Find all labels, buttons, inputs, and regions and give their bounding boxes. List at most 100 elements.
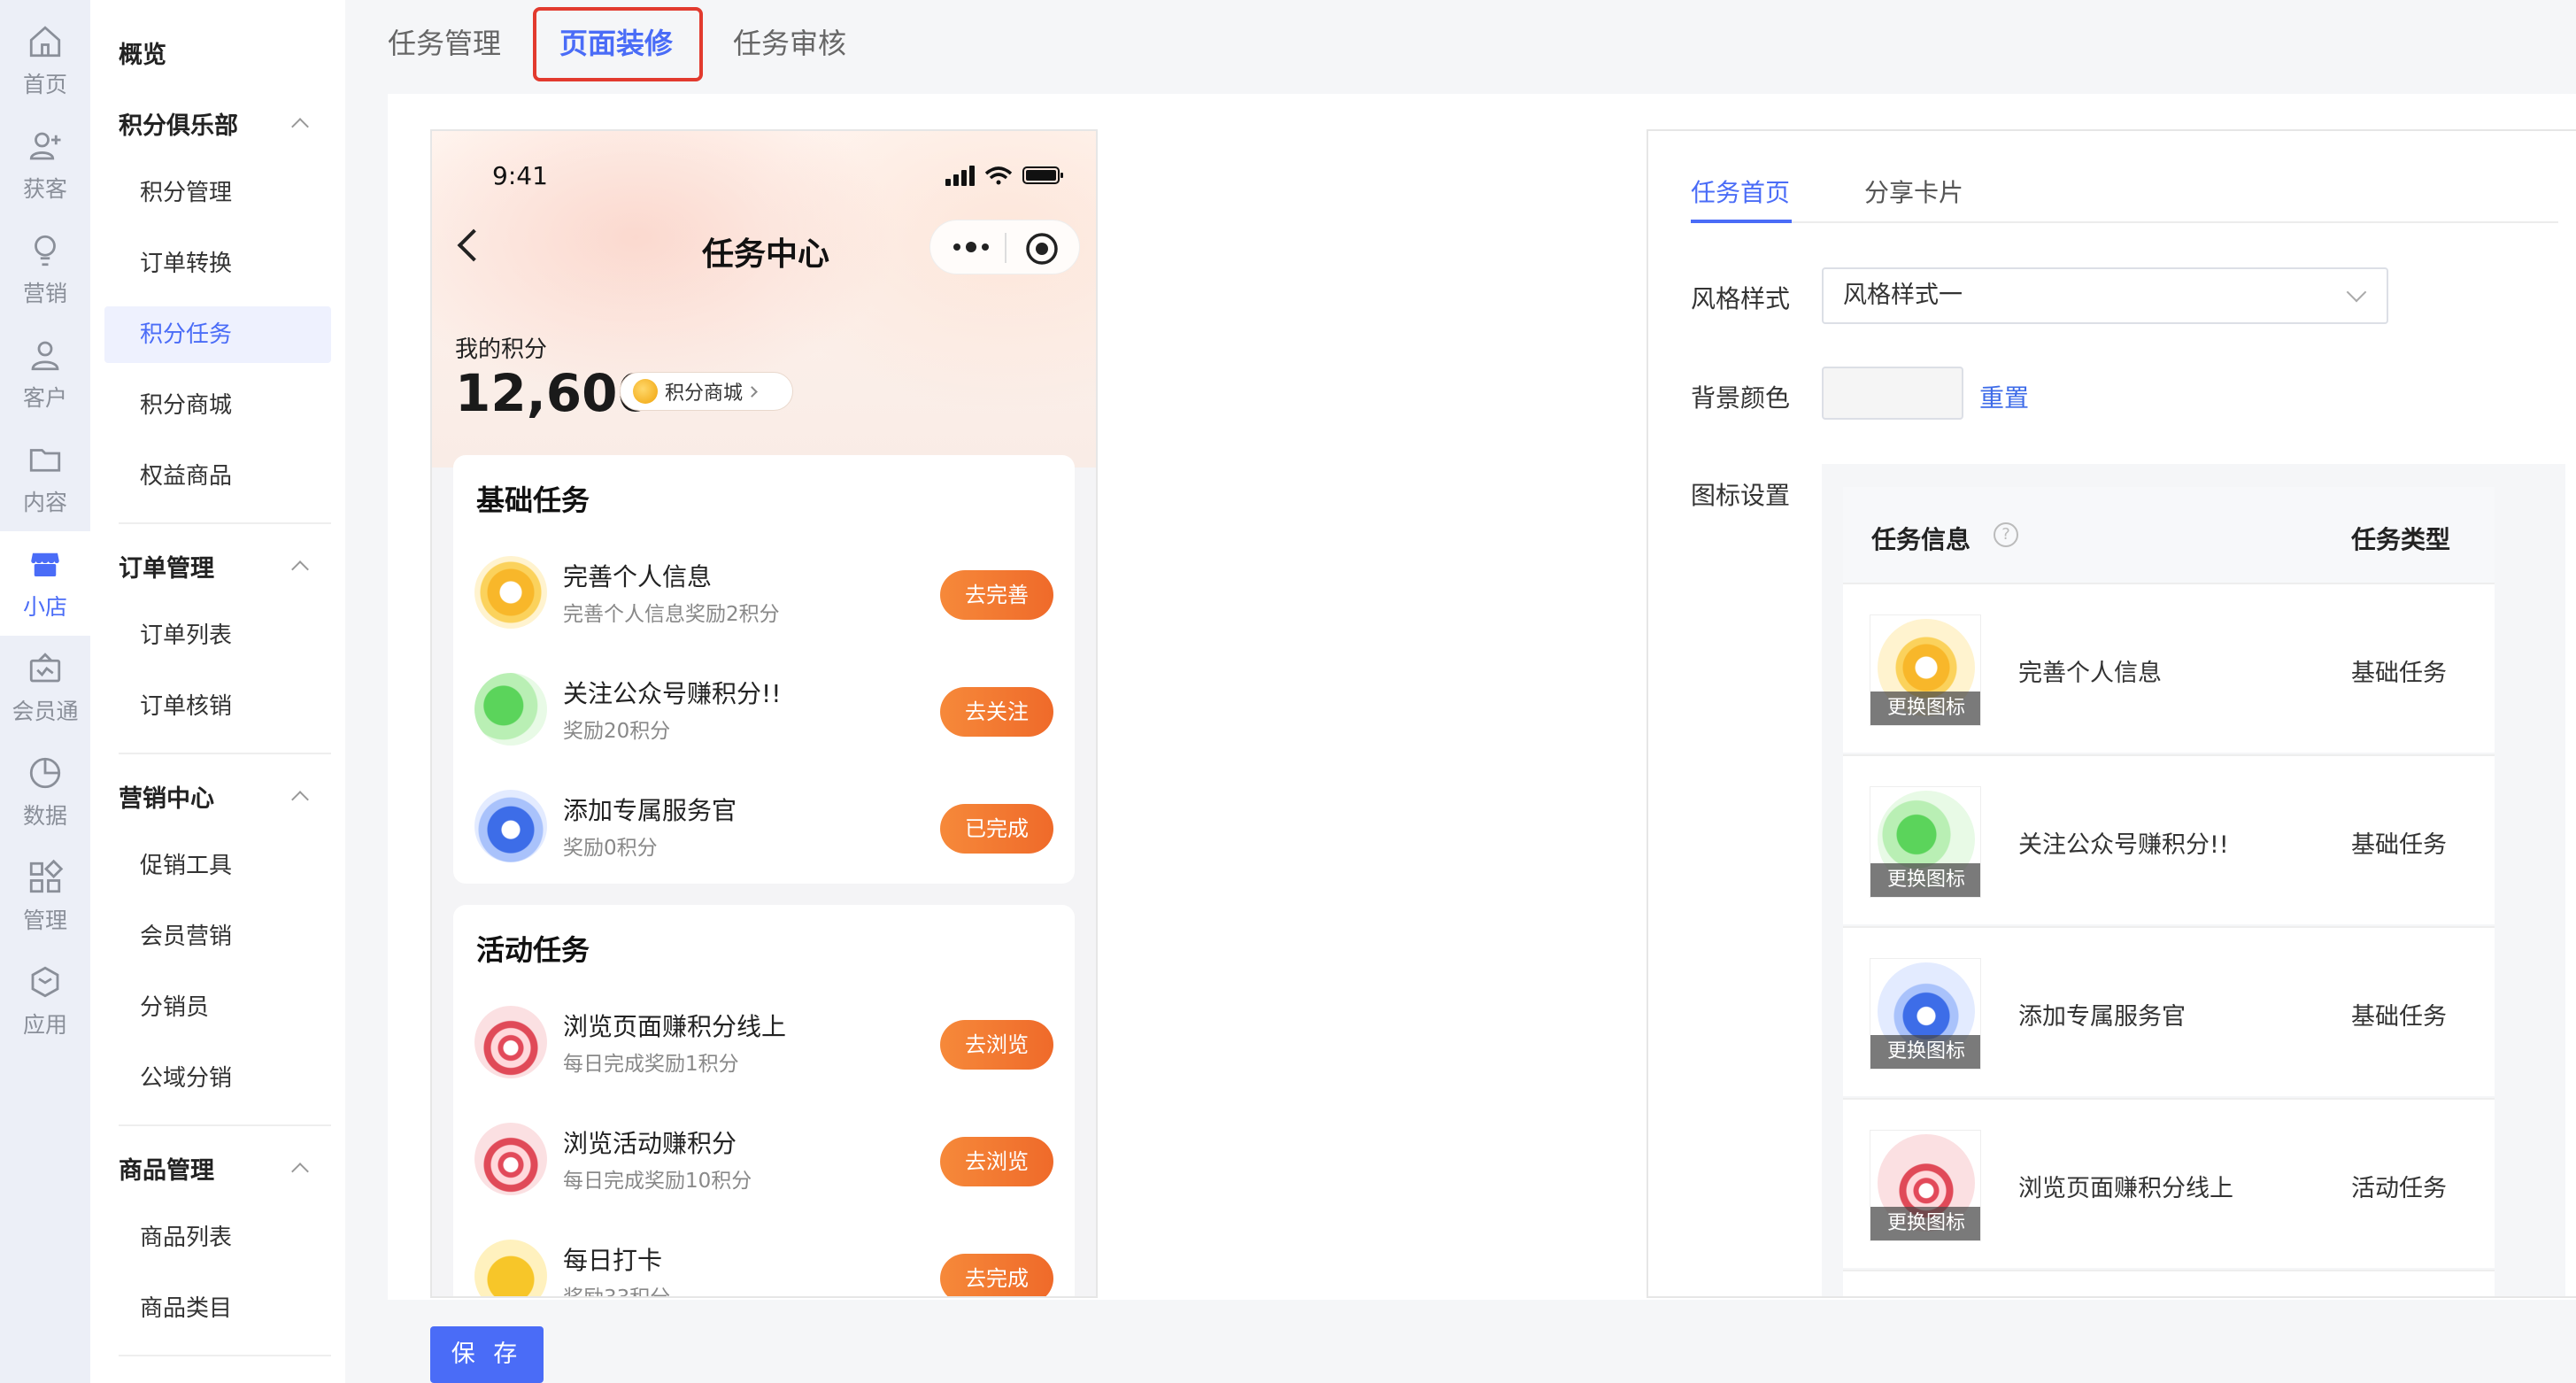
folder-icon — [29, 449, 61, 472]
tab-task-home[interactable]: 任务首页 — [1691, 174, 1790, 209]
replace-icon-button[interactable]: 更换图标 — [1870, 1035, 1980, 1069]
nav-group-order[interactable]: 订单管理 — [119, 549, 214, 583]
nav-group-points-club[interactable]: 积分俱乐部 — [119, 106, 238, 141]
nav-item-order-list[interactable]: 订单列表 — [104, 607, 331, 664]
task-name: 每日打卡 — [563, 1246, 663, 1275]
table-header: 任务信息 ? 任务类型 — [1843, 487, 2495, 583]
nav-item-points-task[interactable]: 积分任务 — [104, 306, 331, 363]
nav-item-public-distribution[interactable]: 公域分销 — [104, 1050, 331, 1107]
icon-thumbnail[interactable]: 更换图标 — [1870, 786, 1981, 898]
rail-item-home[interactable]: 首页 — [0, 9, 90, 113]
chevron-down-icon — [2346, 282, 2367, 303]
task-action-button[interactable]: 去浏览 — [940, 1020, 1053, 1070]
table-row: 更换图标 添加专属服务官 基础任务 — [1843, 926, 2495, 1096]
status-bar-icons — [945, 166, 1063, 186]
row-task-type: 活动任务 — [2351, 1175, 2447, 1202]
task-row: 浏览页面赚积分线上 每日完成奖励1积分 去浏览 — [453, 993, 1075, 1091]
nav-item-rights-goods[interactable]: 权益商品 — [104, 448, 331, 505]
tab-task-review[interactable]: 任务审核 — [733, 21, 846, 62]
wifi-icon — [984, 166, 1013, 185]
hash-checkin-icon — [474, 1240, 547, 1296]
reset-link[interactable]: 重置 — [1979, 379, 2029, 414]
basic-tasks-title: 基础任务 — [476, 483, 590, 517]
style-select[interactable]: 风格样式一 — [1822, 267, 2388, 324]
task-action-button[interactable]: 去完善 — [940, 570, 1053, 620]
style-select-value: 风格样式一 — [1843, 282, 1963, 309]
home-icon — [29, 26, 61, 58]
rail-item-content[interactable]: 内容 — [0, 427, 90, 531]
replace-icon-button[interactable]: 更换图标 — [1870, 692, 1980, 725]
task-action-button[interactable]: 去完成 — [940, 1254, 1053, 1296]
icon-thumbnail[interactable]: 更换图标 — [1870, 1130, 1981, 1241]
task-action-button[interactable]: 去关注 — [940, 687, 1053, 737]
rail-item-acquire[interactable]: 获客 — [0, 113, 90, 218]
replace-icon-button[interactable]: 更换图标 — [1870, 1207, 1980, 1240]
nav-item-points-manage[interactable]: 积分管理 — [104, 165, 331, 221]
rail-label: 客户 — [22, 385, 67, 411]
activity-tasks-title: 活动任务 — [476, 933, 590, 967]
save-button[interactable]: 保 存 — [430, 1326, 544, 1383]
nav-item-order-verify[interactable]: 订单核销 — [104, 678, 331, 735]
rail-item-member[interactable]: 会员通 — [0, 636, 90, 740]
icon-settings-table: 任务信息 ? 任务类型 更换图标 完善个人信息 基础任务 更换图标 关注公众号赚… — [1822, 464, 2565, 1296]
basic-tasks-card: 基础任务 完善个人信息 完善个人信息奖励2积分 去完善 关注公众号赚积分!! 奖… — [453, 455, 1075, 884]
tab-share-card[interactable]: 分享卡片 — [1864, 174, 1963, 209]
rail-item-manage[interactable]: 管理 — [0, 845, 90, 949]
task-reward: 完善个人信息奖励2积分 — [563, 603, 780, 626]
bg-color-label: 背景颜色 — [1691, 383, 1791, 413]
task-reward: 每日完成奖励1积分 — [563, 1053, 739, 1076]
rail-item-data[interactable]: 数据 — [0, 740, 90, 845]
chevron-up-icon[interactable] — [291, 791, 309, 808]
chevron-right-icon — [746, 385, 758, 398]
task-reward: 奖励20积分 — [563, 720, 671, 743]
more-dots-icon[interactable] — [952, 238, 992, 256]
rail-item-marketing[interactable]: 营销 — [0, 218, 90, 322]
rail-label: 会员通 — [12, 699, 79, 724]
row-task-type: 基础任务 — [2351, 1003, 2447, 1031]
rail-item-apps[interactable]: 应用 — [0, 949, 90, 1054]
help-circle-icon[interactable]: ? — [1994, 522, 2018, 547]
nav-group-marketing[interactable]: 营销中心 — [119, 779, 214, 814]
bg-color-swatch[interactable] — [1822, 367, 1963, 420]
nav-group-goods[interactable]: 商品管理 — [119, 1151, 214, 1186]
icon-settings-label: 图标设置 — [1691, 481, 1791, 510]
task-name: 浏览活动赚积分 — [563, 1129, 737, 1158]
chevron-up-icon[interactable] — [291, 118, 309, 135]
icon-rail: 首页 获客 营销 客户 内容 小店 会员通 数据 管理 应用 — [0, 0, 90, 1383]
icon-thumbnail[interactable]: 更换图标 — [1870, 958, 1981, 1070]
task-action-button[interactable]: 已完成 — [940, 804, 1053, 854]
nav-item-promo-tools[interactable]: 促销工具 — [104, 838, 331, 894]
replace-icon-button[interactable]: 更换图标 — [1870, 863, 1980, 897]
row-task-name: 完善个人信息 — [2018, 660, 2162, 687]
task-reward: 奖励0积分 — [563, 837, 658, 860]
tab-underline-track — [1691, 221, 2558, 223]
col-task-info: 任务信息 — [1871, 525, 1971, 554]
points-mall-button[interactable]: 积分商城 — [620, 372, 793, 411]
tab-task-manage[interactable]: 任务管理 — [388, 21, 501, 62]
nav-overview[interactable]: 概览 — [119, 35, 166, 70]
col-task-type: 任务类型 — [2351, 525, 2451, 554]
nav-item-member-marketing[interactable]: 会员营销 — [104, 908, 331, 965]
nav-divider — [119, 522, 331, 524]
row-task-type: 基础任务 — [2351, 831, 2447, 859]
nav-item-distributor[interactable]: 分销员 — [104, 979, 331, 1036]
rail-label: 小店 — [22, 594, 67, 620]
task-action-button[interactable]: 去浏览 — [940, 1137, 1053, 1186]
icon-thumbnail[interactable]: 更换图标 — [1870, 614, 1981, 726]
chevron-up-icon[interactable] — [291, 1163, 309, 1180]
signal-icon — [945, 166, 975, 186]
my-points-label: 我的积分 — [455, 336, 548, 363]
row-task-name: 浏览页面赚积分线上 — [2018, 1175, 2233, 1202]
table-row — [1843, 1270, 2495, 1296]
rail-item-customer[interactable]: 客户 — [0, 322, 90, 427]
chevron-up-icon[interactable] — [291, 560, 309, 578]
nav-item-order-convert[interactable]: 订单转换 — [104, 236, 331, 292]
nav-item-points-mall[interactable]: 积分商城 — [104, 377, 331, 434]
user-add-icon — [29, 132, 61, 160]
task-row: 浏览活动赚积分 每日完成奖励10积分 去浏览 — [453, 1110, 1075, 1208]
rail-item-shop[interactable]: 小店 — [0, 531, 90, 636]
rail-label: 应用 — [22, 1012, 67, 1038]
close-target-icon[interactable] — [1024, 231, 1060, 267]
nav-item-goods-category[interactable]: 商品类目 — [104, 1280, 331, 1337]
nav-item-goods-list[interactable]: 商品列表 — [104, 1209, 331, 1266]
